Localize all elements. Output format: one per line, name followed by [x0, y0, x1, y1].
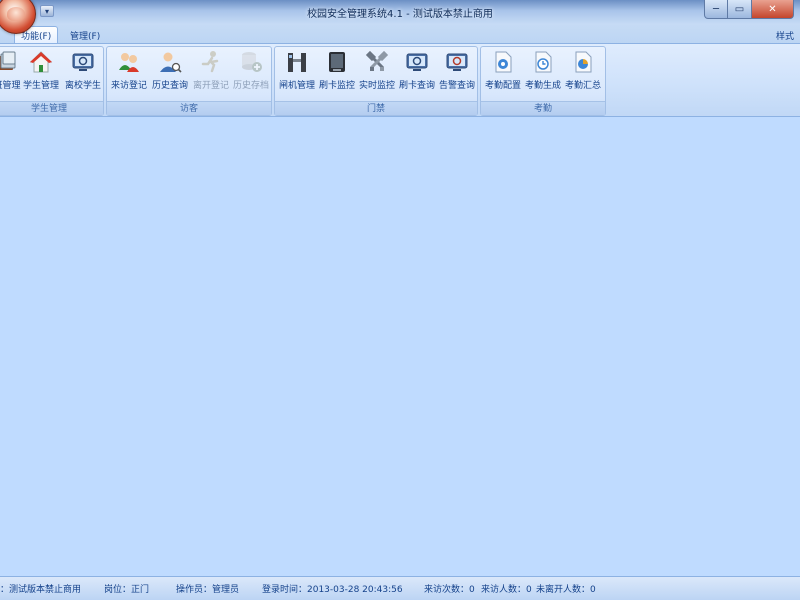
alarm-query-button[interactable]: 告警查询 — [437, 49, 477, 93]
ribbon-group-attendance: 考勤配置 考勤生成 考勤汇总 考勤 — [480, 46, 606, 116]
status-not-left-count: 未离开人数：0 — [536, 585, 596, 595]
attendance-summary-label: 考勤汇总 — [564, 81, 601, 91]
group-label-attendance: 考勤 — [481, 101, 605, 115]
history-archive-label: 历史存档 — [232, 81, 269, 91]
attendance-config-button[interactable]: 考勤配置 — [483, 49, 523, 93]
style-menu[interactable]: 样式 — [776, 26, 794, 44]
class-management-label: 班管理 — [0, 81, 21, 91]
doc-chart-icon — [570, 49, 596, 75]
house-icon — [28, 49, 54, 75]
main-client-area — [0, 118, 800, 576]
window-title: 校园安全管理系统4.1 - 测试版本禁止商用 — [307, 9, 493, 20]
departure-registration-label: 离开登记 — [192, 81, 229, 91]
gate-icon — [284, 49, 310, 75]
history-query-label: 历史查询 — [151, 81, 188, 91]
title-bar: ▾ 校园安全管理系统4.1 - 测试版本禁止商用 ─ ▭ ✕ — [0, 0, 800, 34]
status-login-time: 登录时间：2013-03-28 20:43:56 — [262, 585, 403, 595]
minimize-button[interactable]: ─ — [704, 0, 728, 19]
gate-management-label: 闸机管理 — [278, 81, 315, 91]
history-archive-button[interactable]: 历史存档 — [231, 49, 271, 93]
user-search-icon — [157, 49, 183, 75]
maximize-button[interactable]: ▭ — [728, 0, 752, 19]
ribbon-group-student-management: 班管理 学生管理 离校学生 学生管理 — [0, 46, 104, 116]
card-swipe-query-label: 刷卡查询 — [398, 81, 435, 91]
users-icon — [116, 49, 142, 75]
departure-registration-button[interactable]: 离开登记 — [191, 49, 231, 93]
student-management-button[interactable]: 学生管理 — [21, 49, 61, 93]
ribbon: 班管理 学生管理 离校学生 学生管理 来访登记 历史查询 — [0, 43, 800, 117]
visitor-registration-button[interactable]: 来访登记 — [109, 49, 149, 93]
quick-access-toolbar: ▾ — [40, 5, 54, 17]
realtime-monitor-button[interactable]: 实时监控 — [357, 49, 397, 93]
card-swipe-monitor-label: 刷卡监控 — [318, 81, 355, 91]
visitor-registration-label: 来访登记 — [110, 81, 147, 91]
student-management-label: 学生管理 — [22, 81, 59, 91]
alarm-query-label: 告警查询 — [438, 81, 475, 91]
status-visitor-count: 来访人数：0 — [481, 585, 532, 595]
class-management-button[interactable]: 班管理 — [0, 49, 23, 93]
realtime-monitor-label: 实时监控 — [358, 81, 395, 91]
orb-logo-icon — [7, 7, 25, 21]
quick-access-customize-button[interactable]: ▾ — [40, 5, 54, 17]
left-school-students-button[interactable]: 离校学生 — [63, 49, 103, 93]
ribbon-tab-strip: 功能(F) 管理(F) 样式 — [0, 24, 800, 44]
status-bar: ：测试版本禁止商用 岗位：正门 操作员：管理员 登录时间：2013-03-28 … — [0, 576, 800, 600]
running-man-icon — [198, 49, 224, 75]
status-operator: 操作员：管理员 — [176, 585, 240, 595]
monitor-alarm-icon — [444, 49, 470, 75]
database-add-icon — [238, 49, 264, 75]
window-controls: ─ ▭ ✕ — [704, 0, 794, 19]
history-query-button[interactable]: 历史查询 — [150, 49, 190, 93]
group-label-visitors: 访客 — [107, 101, 271, 115]
doc-gear-icon — [490, 49, 516, 75]
ribbon-group-access-control: 闸机管理 刷卡监控 实时监控 刷卡查询 告警查询 门禁 — [274, 46, 478, 116]
monitor-search-icon — [404, 49, 430, 75]
group-label-access-control: 门禁 — [275, 101, 477, 115]
left-school-students-label: 离校学生 — [64, 81, 101, 91]
gate-management-button[interactable]: 闸机管理 — [277, 49, 317, 93]
attendance-generate-button[interactable]: 考勤生成 — [523, 49, 563, 93]
class-book-icon — [0, 49, 20, 75]
monitor-search-icon — [70, 49, 96, 75]
status-post: 岗位：正门 — [104, 585, 150, 595]
status-visit-count: 来访次数：0 — [424, 585, 475, 595]
status-version: ：测试版本禁止商用 — [0, 585, 82, 595]
tools-icon — [364, 49, 390, 75]
attendance-summary-button[interactable]: 考勤汇总 — [563, 49, 603, 93]
group-label-student-management: 学生管理 — [0, 101, 103, 115]
close-button[interactable]: ✕ — [752, 0, 794, 19]
ribbon-group-visitors: 来访登记 历史查询 离开登记 历史存档 访客 — [106, 46, 272, 116]
doc-clock-icon — [530, 49, 556, 75]
attendance-generate-label: 考勤生成 — [524, 81, 561, 91]
attendance-config-label: 考勤配置 — [484, 81, 521, 91]
card-swipe-monitor-button[interactable]: 刷卡监控 — [317, 49, 357, 93]
card-swipe-query-button[interactable]: 刷卡查询 — [397, 49, 437, 93]
tab-management[interactable]: 管理(F) — [64, 26, 106, 44]
card-reader-icon — [324, 49, 350, 75]
